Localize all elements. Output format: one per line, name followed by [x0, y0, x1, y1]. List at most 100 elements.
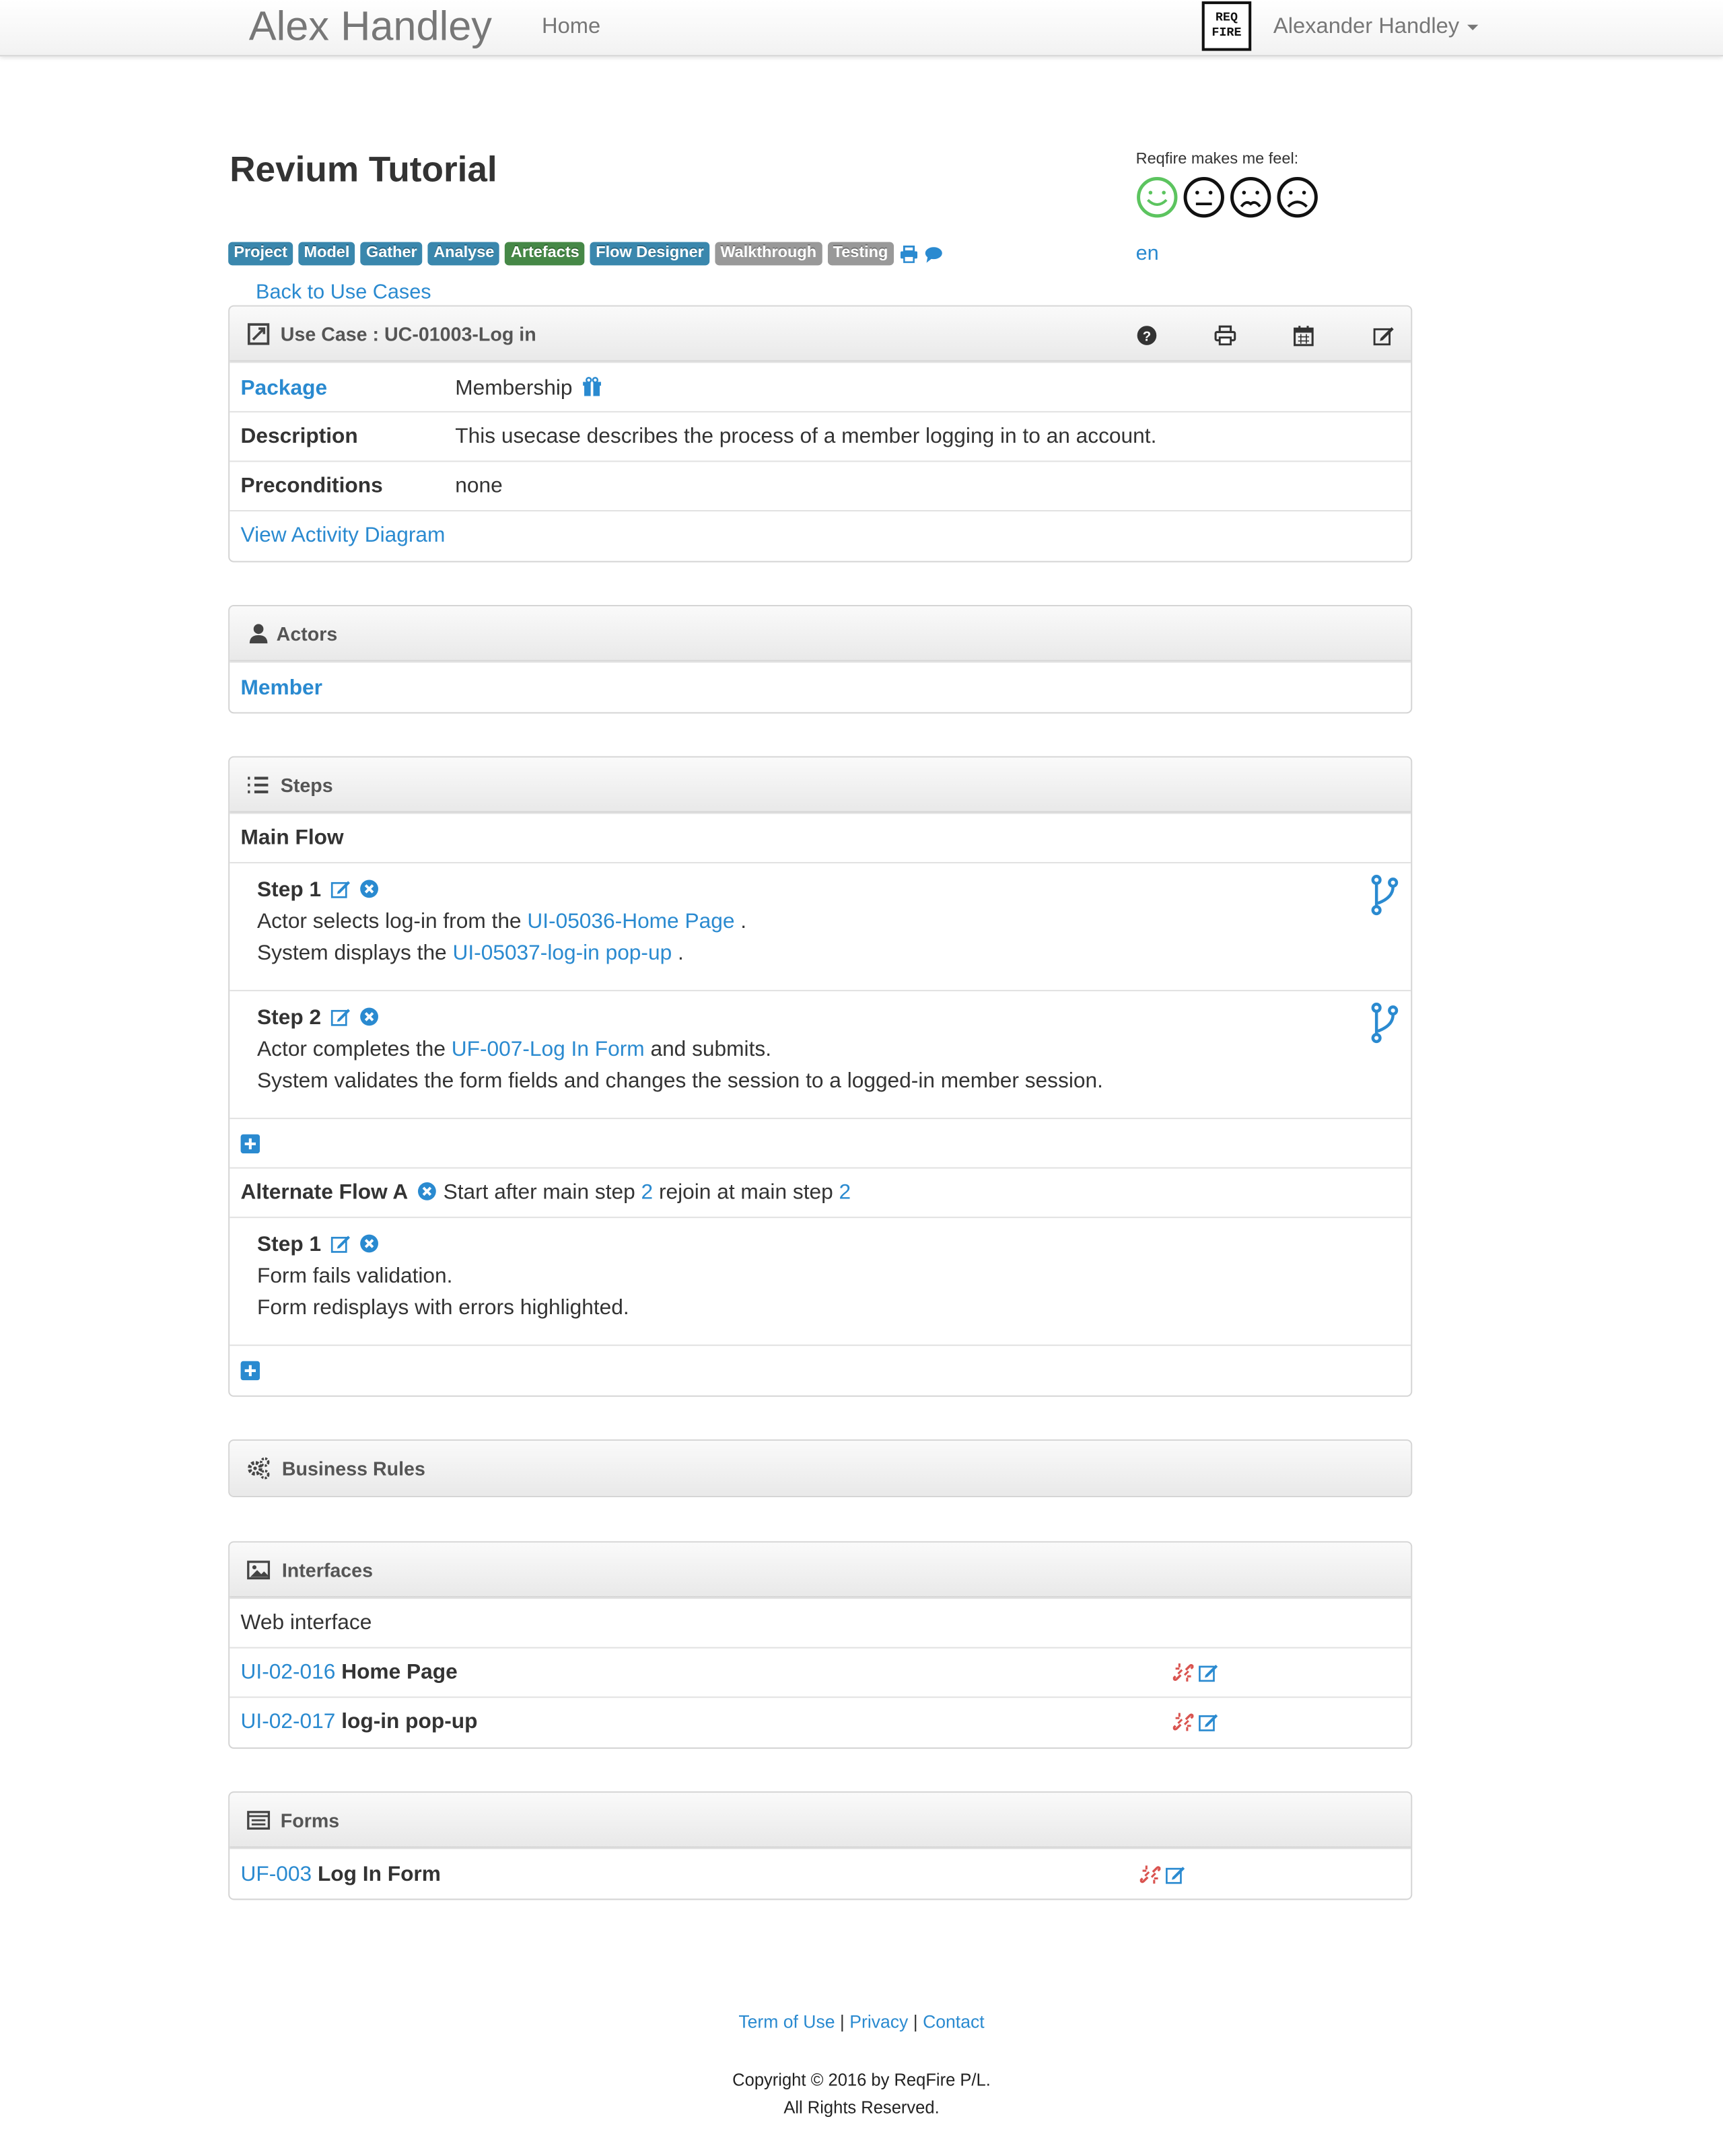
page-title: Revium Tutorial [230, 148, 497, 190]
contact-link[interactable]: Contact [923, 2011, 985, 2032]
alternate-flow-title: Alternate Flow A [240, 1181, 409, 1205]
label-project[interactable]: Project [228, 242, 293, 266]
sad-face-icon[interactable] [1276, 176, 1318, 219]
remove-step-icon[interactable] [359, 1233, 380, 1254]
happy-face-icon[interactable] [1136, 176, 1179, 219]
interface-id-link[interactable]: UI-02-017 [241, 1711, 336, 1734]
steps-panel: Steps Main Flow Step 1 Actor selects log… [228, 756, 1413, 1397]
step-title: Step 1 [257, 878, 322, 902]
steps-header: Steps [230, 757, 1411, 813]
remove-step-icon[interactable] [359, 879, 380, 900]
unlink-icon[interactable] [1172, 1712, 1194, 1733]
step-text-end: . [740, 910, 747, 934]
preconditions-row: Preconditions none [230, 460, 1411, 510]
view-activity-diagram-link[interactable]: View Activity Diagram [241, 524, 446, 548]
step-body: Step 1 Actor selects log-in from the UI-… [257, 874, 746, 969]
user-menu-dropdown[interactable]: Alexander Handley [1273, 15, 1479, 40]
reqfire-logo[interactable]: REQ FIRE [1201, 1, 1252, 51]
footer-sep: | [913, 2011, 918, 2032]
add-step-icon[interactable] [240, 1361, 260, 1381]
form-item: UF-003 Log In Form [241, 1863, 441, 1888]
worried-face-icon[interactable] [1230, 176, 1272, 219]
brand-link[interactable]: Alex Handley [249, 4, 492, 50]
edit-icon[interactable] [1198, 1662, 1219, 1683]
step-text: System displays the [257, 941, 447, 966]
step-text: Actor completes the [257, 1038, 446, 1062]
interfaces-panel: Interfaces Web interface UI-02-016 Home … [228, 1541, 1413, 1749]
rights-text: All Rights Reserved. [783, 2097, 940, 2118]
add-main-step-row [230, 1118, 1411, 1167]
edit-icon[interactable] [1165, 1864, 1186, 1885]
actors-panel: Actors Member [228, 604, 1413, 714]
interface-item: UI-02-017 log-in pop-up [241, 1711, 478, 1735]
start-step-link[interactable]: 2 [641, 1181, 654, 1205]
picture-icon [247, 1560, 271, 1580]
unlink-icon[interactable] [1172, 1662, 1194, 1683]
unlink-icon[interactable] [1139, 1864, 1161, 1885]
edit-step-icon[interactable] [330, 1233, 351, 1254]
branch-icon[interactable] [1370, 874, 1400, 916]
rejoin-text: rejoin at main step [658, 1181, 833, 1205]
logo-text-top: REQ [1215, 11, 1238, 25]
edit-step-icon[interactable] [330, 879, 351, 900]
user-icon [249, 624, 268, 644]
description-value: This usecase describes the process of a … [455, 425, 1157, 449]
actor-row: Member [230, 661, 1411, 713]
ui-login-popup-link[interactable]: UI-05037-log-in pop-up [453, 942, 672, 966]
forms-title: Forms [280, 1809, 340, 1832]
actor-member-link[interactable]: Member [241, 676, 322, 701]
edit-step-icon[interactable] [330, 1007, 351, 1028]
step-text-end: and submits. [650, 1038, 772, 1062]
feedback-label: Reqfire makes me feel: [1135, 151, 1299, 168]
package-row: Package Membership [230, 361, 1411, 411]
calendar-icon[interactable] [1293, 324, 1315, 347]
label-walkthrough[interactable]: Walkthrough [715, 242, 822, 266]
privacy-link[interactable]: Privacy [849, 2011, 908, 2032]
add-step-icon[interactable] [240, 1134, 260, 1154]
description-label: Description [240, 425, 358, 449]
help-icon[interactable]: ? [1136, 324, 1158, 347]
remove-flow-icon[interactable] [417, 1181, 437, 1202]
edit-icon[interactable] [1372, 324, 1395, 347]
use-case-icon [247, 323, 270, 345]
gift-icon[interactable] [581, 377, 602, 398]
print-icon[interactable] [1214, 324, 1236, 347]
interface-id-link[interactable]: UI-02-016 [241, 1661, 336, 1684]
interface-actions [1172, 1662, 1219, 1683]
description-row: Description This usecase describes the p… [230, 410, 1411, 461]
form-id-link[interactable]: UF-003 [241, 1863, 312, 1886]
language-link[interactable]: en [1136, 242, 1159, 266]
footer-sep: | [839, 2011, 845, 2032]
nav-home-link[interactable]: Home [542, 15, 600, 40]
interfaces-title: Interfaces [281, 1558, 374, 1581]
alternate-flow-line: Alternate Flow A Start after main step 2… [241, 1181, 851, 1206]
steps-title: Steps [280, 774, 333, 796]
branch-icon[interactable] [1370, 1002, 1400, 1044]
edit-icon[interactable] [1198, 1712, 1219, 1733]
use-case-header: Use Case : UC-01003-Log in ? [230, 306, 1411, 362]
label-artefacts[interactable]: Artefacts [505, 242, 585, 266]
feedback-faces [1136, 176, 1319, 219]
step-text: System validates the form fields and cha… [257, 1069, 1103, 1093]
back-to-use-cases-link[interactable]: Back to Use Cases [256, 281, 431, 304]
label-gather[interactable]: Gather [360, 242, 423, 266]
label-analyse[interactable]: Analyse [428, 242, 500, 266]
user-name: Alexander Handley [1273, 15, 1460, 39]
label-model[interactable]: Model [298, 242, 355, 266]
print-icon[interactable] [899, 244, 919, 264]
comment-icon[interactable] [924, 244, 944, 264]
ui-home-page-link[interactable]: UI-05036-Home Page [527, 910, 734, 934]
label-flow-designer[interactable]: Flow Designer [590, 242, 710, 266]
terms-link[interactable]: Term of Use [738, 2011, 835, 2032]
rejoin-step-link[interactable]: 2 [839, 1181, 851, 1205]
footer-copyright: Copyright © 2016 by ReqFire P/L. All Rig… [0, 2067, 1723, 2122]
package-label[interactable]: Package [241, 377, 328, 402]
interface-item: UI-02-016 Home Page [241, 1661, 458, 1686]
neutral-face-icon[interactable] [1183, 176, 1225, 219]
uf-login-form-link[interactable]: UF-007-Log In Form [452, 1038, 645, 1062]
label-testing[interactable]: Testing [827, 242, 894, 266]
remove-step-icon[interactable] [359, 1007, 380, 1028]
add-alternate-step-row [230, 1344, 1411, 1394]
form-icon [247, 1811, 271, 1830]
step-body: Step 1 Form fails validation. Form redis… [257, 1229, 629, 1324]
